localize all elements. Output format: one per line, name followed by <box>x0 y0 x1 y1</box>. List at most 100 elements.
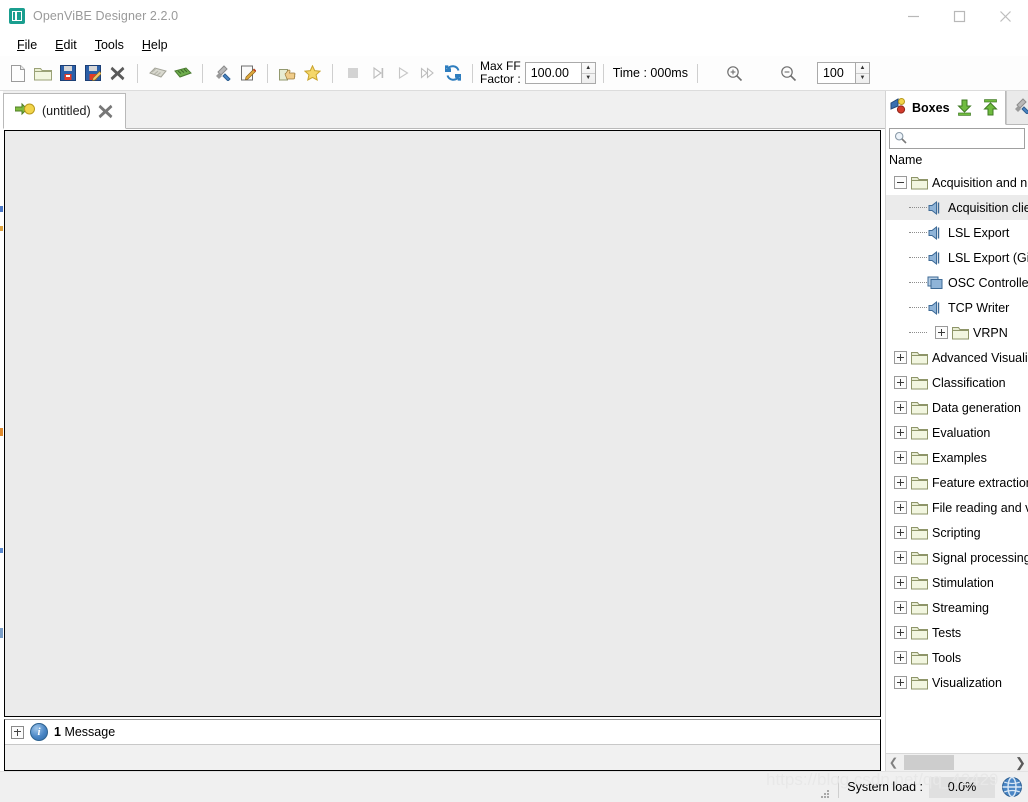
tree-folder-row[interactable]: Acquisition and n <box>886 170 1028 195</box>
open-folder-icon[interactable] <box>31 60 54 86</box>
note-pencil-icon[interactable] <box>236 60 259 86</box>
message-log-body <box>5 745 880 770</box>
wrench-tools-icon[interactable] <box>211 60 234 86</box>
expand-plus-icon[interactable] <box>894 601 907 614</box>
scenario-tab-untitled[interactable]: (untitled) <box>3 93 126 129</box>
hand-thumb-icon[interactable] <box>276 60 299 86</box>
close-cross-icon[interactable] <box>98 104 113 119</box>
expand-plus-icon[interactable] <box>894 376 907 389</box>
tree-folder-row[interactable]: Evaluation <box>886 420 1028 445</box>
max-ff-factor-stepper[interactable]: 100.00 ▲ ▼ <box>524 62 596 84</box>
tree-item-label: Signal processing <box>932 550 1028 565</box>
max-ff-factor-value[interactable]: 100.00 <box>524 62 581 84</box>
play-triangle-icon[interactable] <box>391 60 414 86</box>
scrollbar-track[interactable] <box>901 754 1013 771</box>
zoom-in-magnifier-icon[interactable] <box>723 60 746 86</box>
zoom-level-spin-buttons[interactable]: ▲ ▼ <box>854 62 870 84</box>
minimize-icon[interactable] <box>890 0 936 32</box>
expand-plus-icon[interactable] <box>894 476 907 489</box>
expand-plus-icon[interactable] <box>935 326 948 339</box>
tree-folder-row[interactable]: Streaming <box>886 595 1028 620</box>
menu-edit[interactable]: Edit <box>46 36 86 54</box>
tree-folder-row[interactable]: File reading and v <box>886 495 1028 520</box>
upload-arrow-icon[interactable] <box>980 96 1002 120</box>
tree-folder-row[interactable]: Classification <box>886 370 1028 395</box>
globe-network-icon[interactable] <box>1001 776 1023 798</box>
expand-plus-icon[interactable] <box>894 676 907 689</box>
expand-plus-icon[interactable] <box>894 351 907 364</box>
fast-forward-icon[interactable] <box>416 60 439 86</box>
zoom-level-value[interactable]: 100 <box>816 62 855 84</box>
tree-folder-row[interactable]: Scripting <box>886 520 1028 545</box>
expand-plus-icon[interactable] <box>894 626 907 639</box>
boxes-tree[interactable]: Acquisition and n Acquisition clie LSL Exp… <box>886 170 1028 753</box>
tree-item-label: TCP Writer <box>948 300 1010 315</box>
tree-item-label: Feature extractior <box>932 475 1028 490</box>
toolbar-separator <box>202 63 203 83</box>
scrollbar-thumb[interactable] <box>904 755 954 770</box>
tree-folder-row[interactable]: Visualization <box>886 670 1028 695</box>
spin-down-icon[interactable]: ▼ <box>582 74 595 84</box>
spin-up-icon[interactable]: ▲ <box>581 63 595 74</box>
folder-icon <box>952 326 969 340</box>
expand-plus-icon[interactable] <box>894 576 907 589</box>
tree-box-row[interactable]: TCP Writer <box>886 295 1028 320</box>
tree-box-row[interactable]: LSL Export <box>886 220 1028 245</box>
scenario-canvas[interactable] <box>4 130 881 717</box>
chevron-right-icon[interactable]: ❯ <box>1013 755 1028 771</box>
close-cross-icon[interactable] <box>106 60 129 86</box>
expand-plus-icon[interactable] <box>894 501 907 514</box>
message-summary-row[interactable]: i 1 Message <box>5 720 880 745</box>
chevron-left-icon[interactable]: ❮ <box>886 756 901 769</box>
boxes-horizontal-scrollbar[interactable]: ❮ ❯ <box>886 753 1028 771</box>
expand-plus-icon[interactable] <box>894 551 907 564</box>
folder-icon <box>911 651 928 665</box>
max-ff-factor-spin-buttons[interactable]: ▲ ▼ <box>580 62 596 84</box>
menu-tools[interactable]: Tools <box>86 36 133 54</box>
expand-plus-icon[interactable] <box>894 451 907 464</box>
tree-box-row[interactable]: OSC Controlle <box>886 270 1028 295</box>
search-input[interactable] <box>889 128 1025 149</box>
tree-item-label: LSL Export <box>948 225 1010 240</box>
tab-settings[interactable] <box>1005 91 1028 124</box>
tree-folder-row[interactable]: Signal processing <box>886 545 1028 570</box>
spin-down-icon[interactable]: ▼ <box>856 74 869 84</box>
step-forward-icon[interactable] <box>366 60 389 86</box>
tree-folder-row[interactable]: Advanced Visuali: <box>886 345 1028 370</box>
boxes-column-header[interactable]: Name <box>886 151 1028 170</box>
star-icon[interactable] <box>301 60 324 86</box>
maximize-icon[interactable] <box>936 0 982 32</box>
tree-box-row[interactable]: LSL Export (Gi <box>886 245 1028 270</box>
scenario-canvas-area[interactable] <box>3 129 885 719</box>
tree-folder-row[interactable]: Data generation <box>886 395 1028 420</box>
expand-plus-icon[interactable] <box>894 426 907 439</box>
stop-square-icon[interactable] <box>341 60 364 86</box>
save-disk-icon[interactable] <box>56 60 79 86</box>
tree-folder-row[interactable]: Tests <box>886 620 1028 645</box>
tab-boxes[interactable]: Boxes <box>886 91 1006 125</box>
expand-plus-icon[interactable] <box>894 651 907 664</box>
resize-grip-icon[interactable] <box>821 790 830 799</box>
new-document-icon[interactable] <box>6 60 29 86</box>
menu-file[interactable]: File <box>8 36 46 54</box>
tree-box-row[interactable]: Acquisition clie <box>886 195 1028 220</box>
menu-help[interactable]: Help <box>133 36 177 54</box>
expand-plus-icon[interactable] <box>894 526 907 539</box>
tree-folder-row[interactable]: Feature extractior <box>886 470 1028 495</box>
tree-folder-row[interactable]: Examples <box>886 445 1028 470</box>
save-as-disk-icon[interactable] <box>81 60 104 86</box>
spin-up-icon[interactable]: ▲ <box>855 63 869 74</box>
download-arrow-icon[interactable] <box>954 96 976 120</box>
close-icon[interactable] <box>982 0 1028 32</box>
tree-folder-row[interactable]: Tools <box>886 645 1028 670</box>
expand-plus-icon[interactable] <box>894 401 907 414</box>
undo-arrow-icon[interactable] <box>146 60 169 86</box>
tree-folder-row[interactable]: VRPN <box>886 320 1028 345</box>
expand-plus-icon[interactable] <box>11 725 24 739</box>
reload-refresh-icon[interactable] <box>441 60 464 86</box>
tree-folder-row[interactable]: Stimulation <box>886 570 1028 595</box>
zoom-level-stepper[interactable]: 100 ▲ ▼ <box>816 62 870 84</box>
redo-arrow-icon[interactable] <box>171 60 194 86</box>
collapse-minus-icon[interactable] <box>894 176 907 189</box>
zoom-out-magnifier-icon[interactable] <box>777 60 800 86</box>
